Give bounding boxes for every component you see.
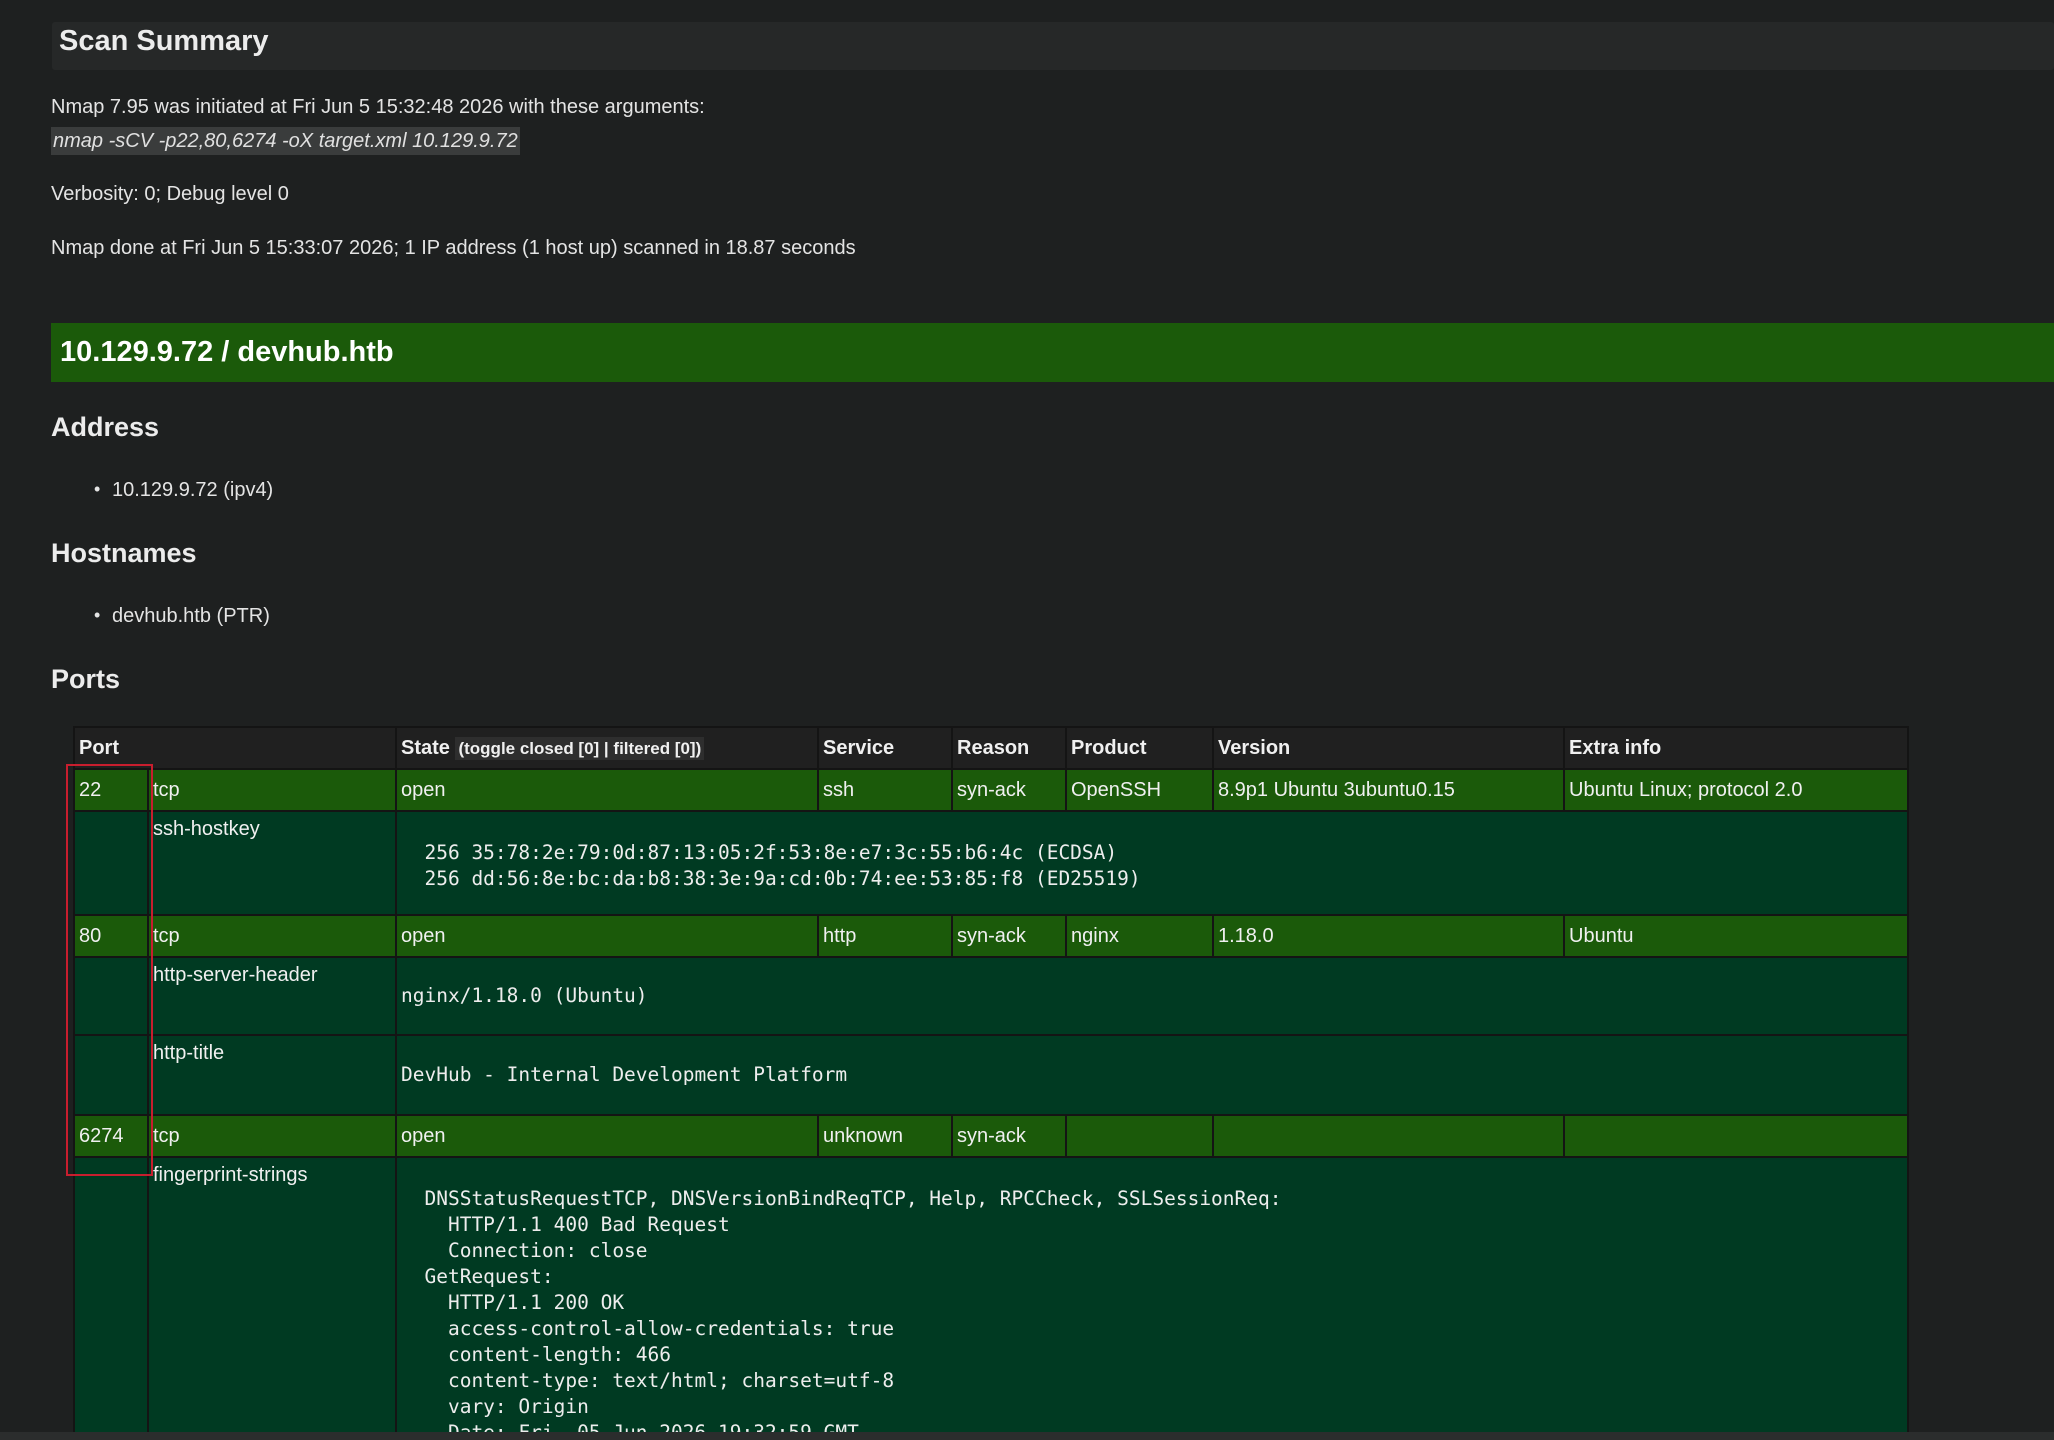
port-22-version: 8.9p1 Ubuntu 3ubuntu0.15 — [1214, 770, 1565, 812]
hostname-item: devhub.htb (PTR) — [94, 605, 270, 628]
script-ssh-hostkey-name: ssh-hostkey — [149, 812, 397, 916]
script-spacer — [75, 1158, 149, 1438]
header-reason: Reason — [953, 728, 1067, 770]
ports-heading: Ports — [51, 664, 121, 694]
script-spacer — [75, 812, 149, 916]
port-80-service: http — [819, 916, 953, 958]
port-80-reason: syn-ack — [953, 916, 1067, 958]
script-spacer — [75, 1036, 149, 1116]
script-http-server-header-name: http-server-header — [149, 958, 397, 1036]
address-item: 10.129.9.72 (ipv4) — [94, 479, 273, 502]
port-22-extra-info: Ubuntu Linux; protocol 2.0 — [1565, 770, 1907, 812]
port-22-product: OpenSSH — [1067, 770, 1214, 812]
header-port: Port — [75, 728, 397, 770]
host-title: 10.129.9.72 / devhub.htb — [60, 336, 394, 368]
port-22-protocol: tcp — [149, 770, 397, 812]
script-fingerprint-strings-output: DNSStatusRequestTCP, DNSVersionBindReqTC… — [397, 1158, 1907, 1438]
header-extra-info: Extra info — [1565, 728, 1907, 770]
port-22-number: 22 — [75, 770, 149, 812]
port-80-product: nginx — [1067, 916, 1214, 958]
script-http-server-header-output: nginx/1.18.0 (Ubuntu) — [397, 958, 1907, 1036]
port-6274-number: 6274 — [75, 1116, 149, 1158]
script-ssh-hostkey-output: 256 35:78:2e:79:0d:87:13:05:2f:53:8e:e7:… — [397, 812, 1907, 916]
header-version: Version — [1214, 728, 1565, 770]
header-product: Product — [1067, 728, 1214, 770]
script-fingerprint-strings-name: fingerprint-strings — [149, 1158, 397, 1438]
port-80-version: 1.18.0 — [1214, 916, 1565, 958]
port-80-extra-info: Ubuntu — [1565, 916, 1907, 958]
port-80-protocol: tcp — [149, 916, 397, 958]
toggle-closed-filtered-link[interactable]: (toggle closed [0] | filtered [0]) — [455, 737, 705, 760]
script-http-title-name: http-title — [149, 1036, 397, 1116]
port-6274-state: open — [397, 1116, 819, 1158]
scan-summary-title: Scan Summary — [59, 25, 269, 57]
port-6274-version — [1214, 1116, 1565, 1158]
script-spacer — [75, 958, 149, 1036]
scan-initiated-text: Nmap 7.95 was initiated at Fri Jun 5 15:… — [51, 96, 705, 118]
scan-summary-header — [52, 22, 2054, 70]
horizontal-scrollbar[interactable] — [0, 1432, 2054, 1440]
port-22-reason: syn-ack — [953, 770, 1067, 812]
ports-table: Port State (toggle closed [0] | filtered… — [73, 726, 1909, 1440]
header-state: State (toggle closed [0] | filtered [0]) — [397, 728, 819, 770]
header-state-label: State — [401, 737, 450, 759]
scan-arguments: nmap -sCV -p22,80,6274 -oX target.xml 10… — [51, 127, 520, 155]
script-http-title-output: DevHub - Internal Development Platform — [397, 1036, 1907, 1116]
port-80-state: open — [397, 916, 819, 958]
header-service: Service — [819, 728, 953, 770]
port-6274-service: unknown — [819, 1116, 953, 1158]
address-heading: Address — [51, 412, 160, 442]
verbosity-text: Verbosity: 0; Debug level 0 — [51, 183, 289, 205]
port-22-service: ssh — [819, 770, 953, 812]
hostnames-heading: Hostnames — [51, 538, 197, 568]
port-22-state: open — [397, 770, 819, 812]
port-80-number: 80 — [75, 916, 149, 958]
port-6274-extra-info — [1565, 1116, 1907, 1158]
port-6274-reason: syn-ack — [953, 1116, 1067, 1158]
port-6274-protocol: tcp — [149, 1116, 397, 1158]
port-6274-product — [1067, 1116, 1214, 1158]
scan-done-text: Nmap done at Fri Jun 5 15:33:07 2026; 1 … — [51, 237, 856, 259]
